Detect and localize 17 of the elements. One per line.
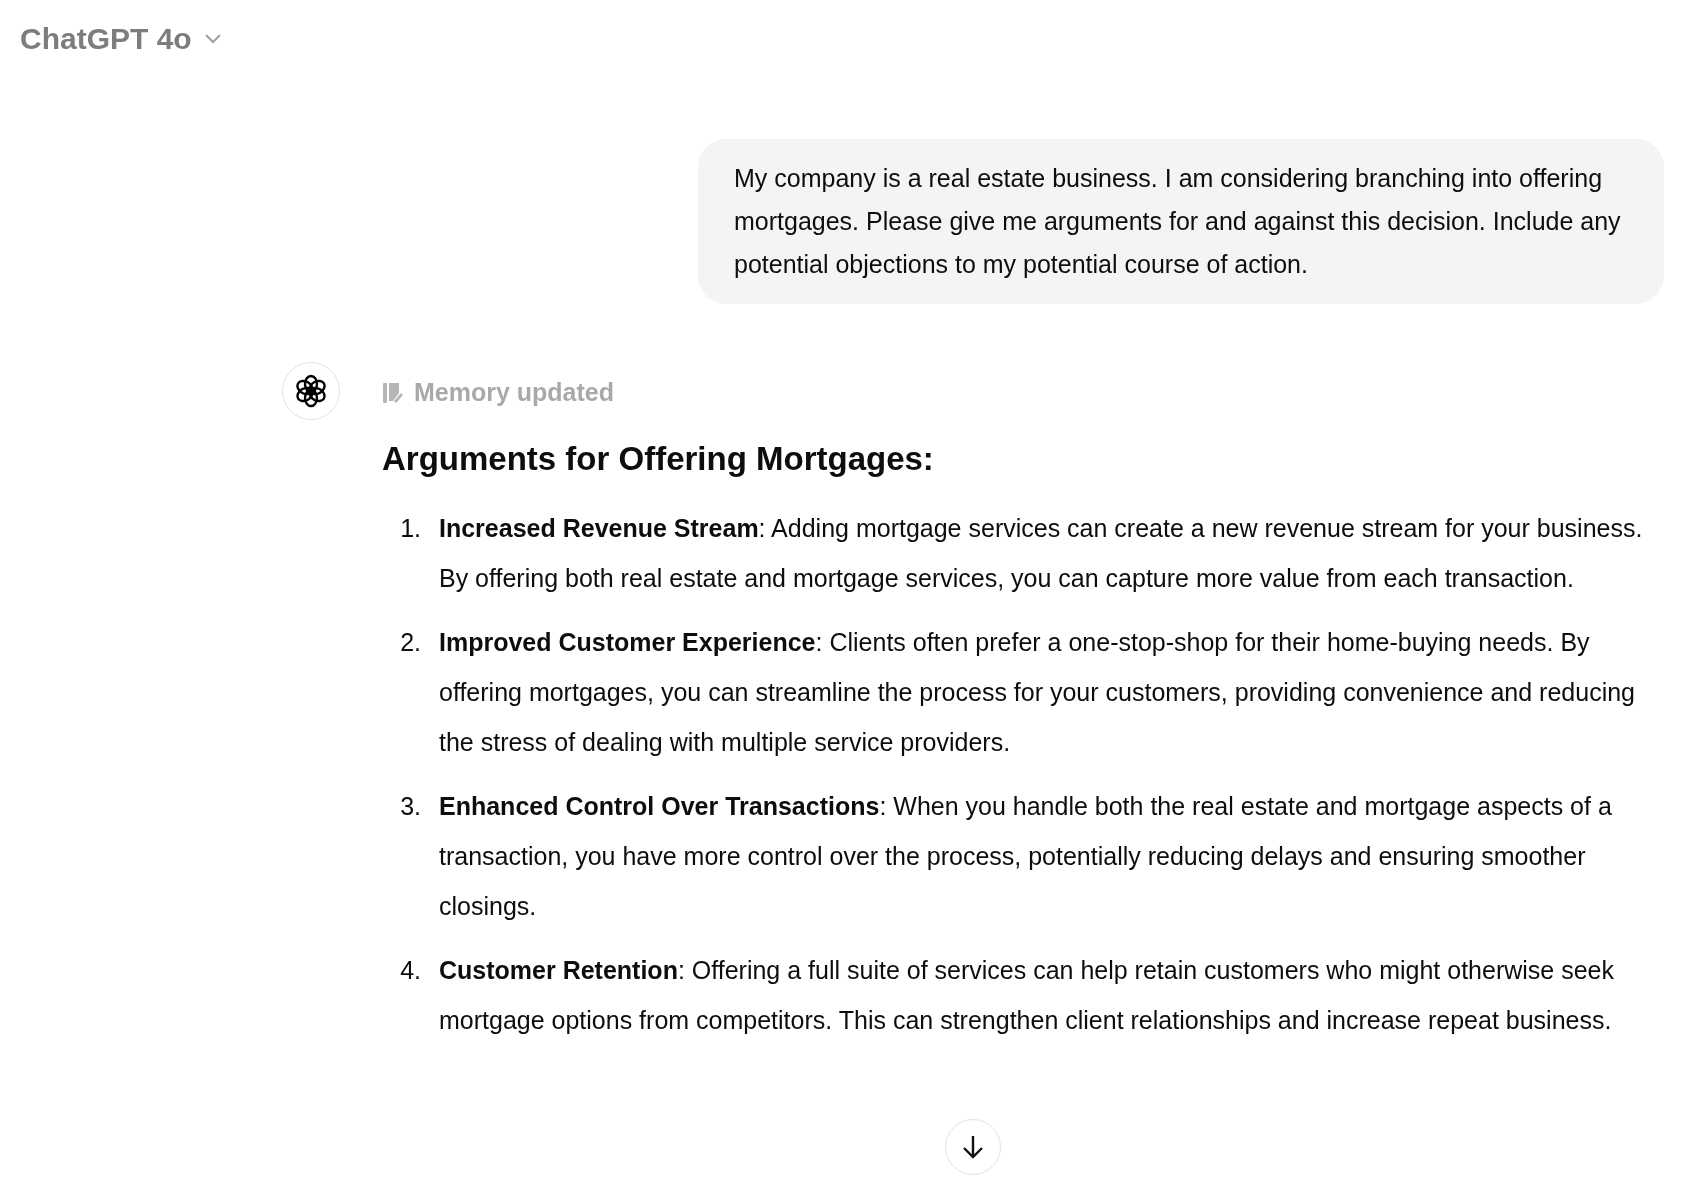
memory-status: Memory updated: [414, 377, 615, 408]
section-heading: Arguments for Offering Mortgages:: [382, 438, 935, 479]
user-message: My company is a real estate business. I am considering branching into offering mortgages. Please give me arguments for and against this decision. Include any potential objections to my potential course of action.: [698, 139, 1664, 304]
model-selector[interactable]: ChatGPT 4o: [20, 16, 222, 61]
scroll-down-button[interactable]: [945, 1119, 1001, 1175]
list-number: 4.: [399, 955, 422, 986]
list-item-text: Increased Revenue Stream: Adding mortgage services can create a new revenue stream for your business. By offering both real estate and mortgage services, you can capture more value from each transaction.: [439, 513, 1644, 594]
list-item-text: Enhanced Control Over Transactions: When you handle both the real estate and mortgage aspects of a transaction, you have more control over the process, potentially reducing delays and ensuring smoother closings.: [439, 791, 1613, 922]
arrow-down-icon: [961, 1134, 985, 1160]
list-item-text: Improved Customer Experience: Clients often prefer a one-stop-shop for their home-buying needs. By offering mortgages, you can streamline the process for your customers, providing convenience and reducing the stress of dealing with multiple service providers.: [439, 627, 1637, 758]
list-number: 2.: [399, 627, 422, 658]
chevron-down-icon: [203, 33, 222, 44]
list-number: 3.: [399, 791, 422, 822]
knot-logo-icon: [294, 374, 328, 408]
list-number: 1.: [399, 513, 422, 544]
list-item-text: Customer Retention: Offering a full suite of services can help retain customers who might otherwise seek mortgage options from competitors. This can strengthen client relationships and increase repeat business.: [439, 955, 1615, 1036]
memory-icon: [382, 380, 404, 405]
